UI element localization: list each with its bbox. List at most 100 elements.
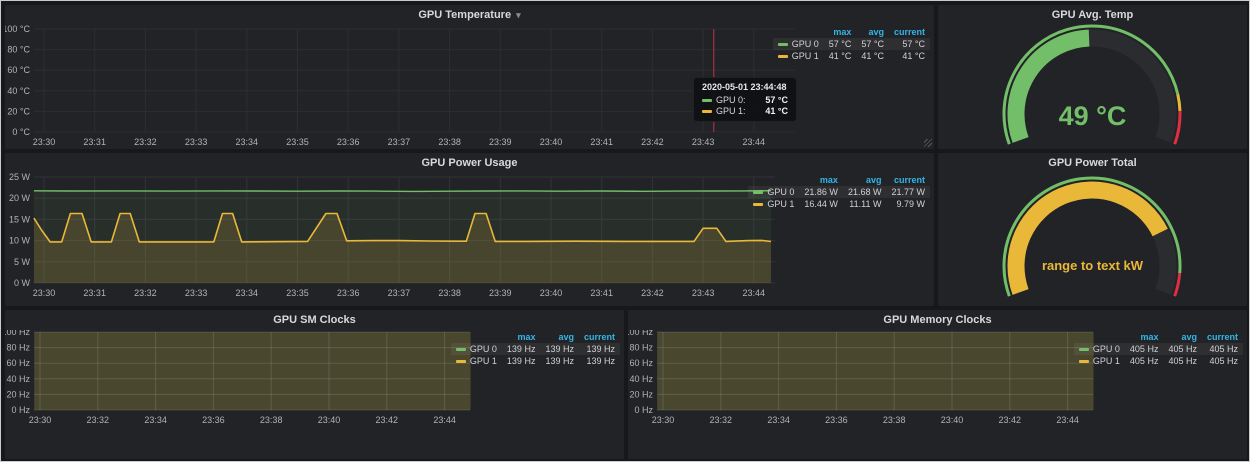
legend-header-row: max avg current	[451, 331, 620, 343]
legend-series-gpu0[interactable]: GPU 0	[1074, 343, 1125, 355]
svg-text:23:42: 23:42	[641, 288, 664, 298]
svg-text:10 W: 10 W	[9, 236, 31, 246]
panel-resize-handle[interactable]	[924, 139, 932, 147]
panel-title-gpu-temperature[interactable]: GPU Temperature ▾	[5, 5, 934, 25]
legend-header-current[interactable]: current	[1202, 331, 1243, 343]
legend-value-current: 139 Hz	[579, 343, 620, 355]
sm-clocks-legend: max avg current GPU 0 139 Hz 139 Hz 139 …	[451, 331, 620, 367]
legend-value-avg: 405 Hz	[1163, 343, 1202, 355]
svg-text:60 Hz: 60 Hz	[6, 358, 30, 368]
svg-text:23:35: 23:35	[286, 288, 309, 298]
panel-title-gpu-memory-clocks[interactable]: GPU Memory Clocks	[628, 310, 1247, 330]
svg-text:80 °C: 80 °C	[7, 45, 30, 55]
legend-value-avg: 41 °C	[856, 50, 889, 62]
svg-text:23:39: 23:39	[489, 137, 512, 147]
legend-row-gpu1: GPU 1 139 Hz 139 Hz 139 Hz	[451, 355, 620, 367]
series-swatch-icon	[456, 348, 466, 351]
legend-series-gpu1[interactable]: GPU 1	[1074, 355, 1125, 367]
series-swatch-icon	[753, 203, 763, 206]
legend-header-max[interactable]: max	[1125, 331, 1164, 343]
legend-header-max[interactable]: max	[502, 331, 541, 343]
svg-text:23:32: 23:32	[710, 415, 733, 425]
legend-row-gpu1: GPU 1 41 °C 41 °C 41 °C	[773, 50, 930, 62]
legend-series-gpu1[interactable]: GPU 1	[748, 198, 799, 210]
panel-title-gpu-avg-temp[interactable]: GPU Avg. Temp	[938, 5, 1247, 25]
svg-text:23:39: 23:39	[489, 288, 512, 298]
svg-text:60 Hz: 60 Hz	[629, 358, 653, 368]
power-legend: max avg current GPU 0 21.86 W 21.68 W 21…	[748, 174, 930, 210]
panel-title-text: GPU Power Total	[1048, 157, 1136, 169]
svg-text:23:31: 23:31	[83, 288, 106, 298]
legend-header-row: max avg current	[773, 26, 930, 38]
svg-text:0 °C: 0 °C	[12, 127, 30, 137]
legend-row-gpu1: GPU 1 16.44 W 11.11 W 9.79 W	[748, 198, 930, 210]
legend-value-max: 21.86 W	[799, 186, 843, 198]
legend-value-current: 57 °C	[889, 38, 930, 50]
svg-text:23:36: 23:36	[337, 288, 360, 298]
legend-row-gpu0: GPU 0 139 Hz 139 Hz 139 Hz	[451, 343, 620, 355]
legend-header-current[interactable]: current	[886, 174, 930, 186]
legend-value-current: 41 °C	[889, 50, 930, 62]
svg-text:20 Hz: 20 Hz	[6, 389, 30, 399]
legend-value-max: 16.44 W	[799, 198, 843, 210]
legend-value-avg: 405 Hz	[1163, 355, 1202, 367]
svg-text:23:40: 23:40	[318, 415, 341, 425]
gauge-value-text: 49 °C	[938, 101, 1247, 132]
legend-value-avg: 139 Hz	[540, 355, 579, 367]
legend-series-gpu0[interactable]: GPU 0	[748, 186, 799, 198]
svg-text:0 W: 0 W	[14, 278, 31, 288]
svg-text:20 °C: 20 °C	[7, 106, 30, 116]
svg-text:23:40: 23:40	[941, 415, 964, 425]
series-swatch-icon	[753, 191, 763, 194]
chevron-down-icon[interactable]: ▾	[516, 10, 521, 21]
legend-header-current[interactable]: current	[889, 26, 930, 38]
legend-value-max: 405 Hz	[1125, 355, 1164, 367]
legend-value-current: 9.79 W	[886, 198, 930, 210]
legend-value-current: 21.77 W	[886, 186, 930, 198]
svg-text:80 Hz: 80 Hz	[629, 343, 653, 353]
svg-text:5 W: 5 W	[14, 257, 31, 267]
series-swatch-icon	[702, 99, 712, 102]
svg-text:23:31: 23:31	[83, 137, 106, 147]
legend-series-gpu0[interactable]: GPU 0	[773, 38, 824, 50]
svg-text:60 °C: 60 °C	[7, 65, 30, 75]
series-swatch-icon	[702, 110, 712, 113]
svg-text:23:41: 23:41	[590, 288, 613, 298]
legend-series-gpu1[interactable]: GPU 1	[451, 355, 502, 367]
svg-text:23:32: 23:32	[134, 137, 157, 147]
panel-gpu-memory-clocks: GPU Memory Clocks 0 Hz20 Hz40 Hz60 Hz80 …	[628, 310, 1247, 459]
legend-value-max: 139 Hz	[502, 355, 541, 367]
legend-header-current[interactable]: current	[579, 331, 620, 343]
panel-title-text: GPU SM Clocks	[273, 314, 356, 326]
legend-header-avg[interactable]: avg	[1163, 331, 1202, 343]
legend-header-row: max avg current	[748, 174, 930, 186]
legend-value-current: 405 Hz	[1202, 343, 1243, 355]
panel-gpu-power-total: GPU Power Total range to text kW	[938, 153, 1247, 306]
svg-text:23:36: 23:36	[825, 415, 848, 425]
svg-text:80 Hz: 80 Hz	[6, 343, 30, 353]
legend-series-gpu1[interactable]: GPU 1	[773, 50, 824, 62]
svg-text:23:44: 23:44	[1056, 415, 1079, 425]
svg-text:23:36: 23:36	[337, 137, 360, 147]
legend-header-max[interactable]: max	[824, 26, 857, 38]
svg-text:25 W: 25 W	[9, 173, 31, 182]
panel-title-gpu-power-usage[interactable]: GPU Power Usage	[5, 153, 934, 173]
legend-header-max[interactable]: max	[799, 174, 843, 186]
panel-title-gpu-power-total[interactable]: GPU Power Total	[938, 153, 1247, 173]
legend-header-avg[interactable]: avg	[856, 26, 889, 38]
panel-title-gpu-sm-clocks[interactable]: GPU SM Clocks	[5, 310, 624, 330]
legend-header-avg[interactable]: avg	[843, 174, 887, 186]
panel-gpu-temperature: GPU Temperature ▾ 0 °C20 °C40 °C60 °C80 …	[5, 5, 934, 149]
svg-text:23:44: 23:44	[743, 288, 766, 298]
legend-header-avg[interactable]: avg	[540, 331, 579, 343]
series-swatch-icon	[1079, 348, 1089, 351]
svg-text:23:32: 23:32	[87, 415, 110, 425]
panel-gpu-sm-clocks: GPU SM Clocks 0 Hz20 Hz40 Hz60 Hz80 Hz10…	[5, 310, 624, 459]
legend-series-gpu0[interactable]: GPU 0	[451, 343, 502, 355]
svg-text:100 Hz: 100 Hz	[5, 330, 30, 337]
legend-value-max: 41 °C	[824, 50, 857, 62]
panel-title-text: GPU Power Usage	[422, 157, 518, 169]
svg-text:23:41: 23:41	[590, 137, 613, 147]
svg-text:23:42: 23:42	[641, 137, 664, 147]
svg-text:23:30: 23:30	[33, 137, 56, 147]
